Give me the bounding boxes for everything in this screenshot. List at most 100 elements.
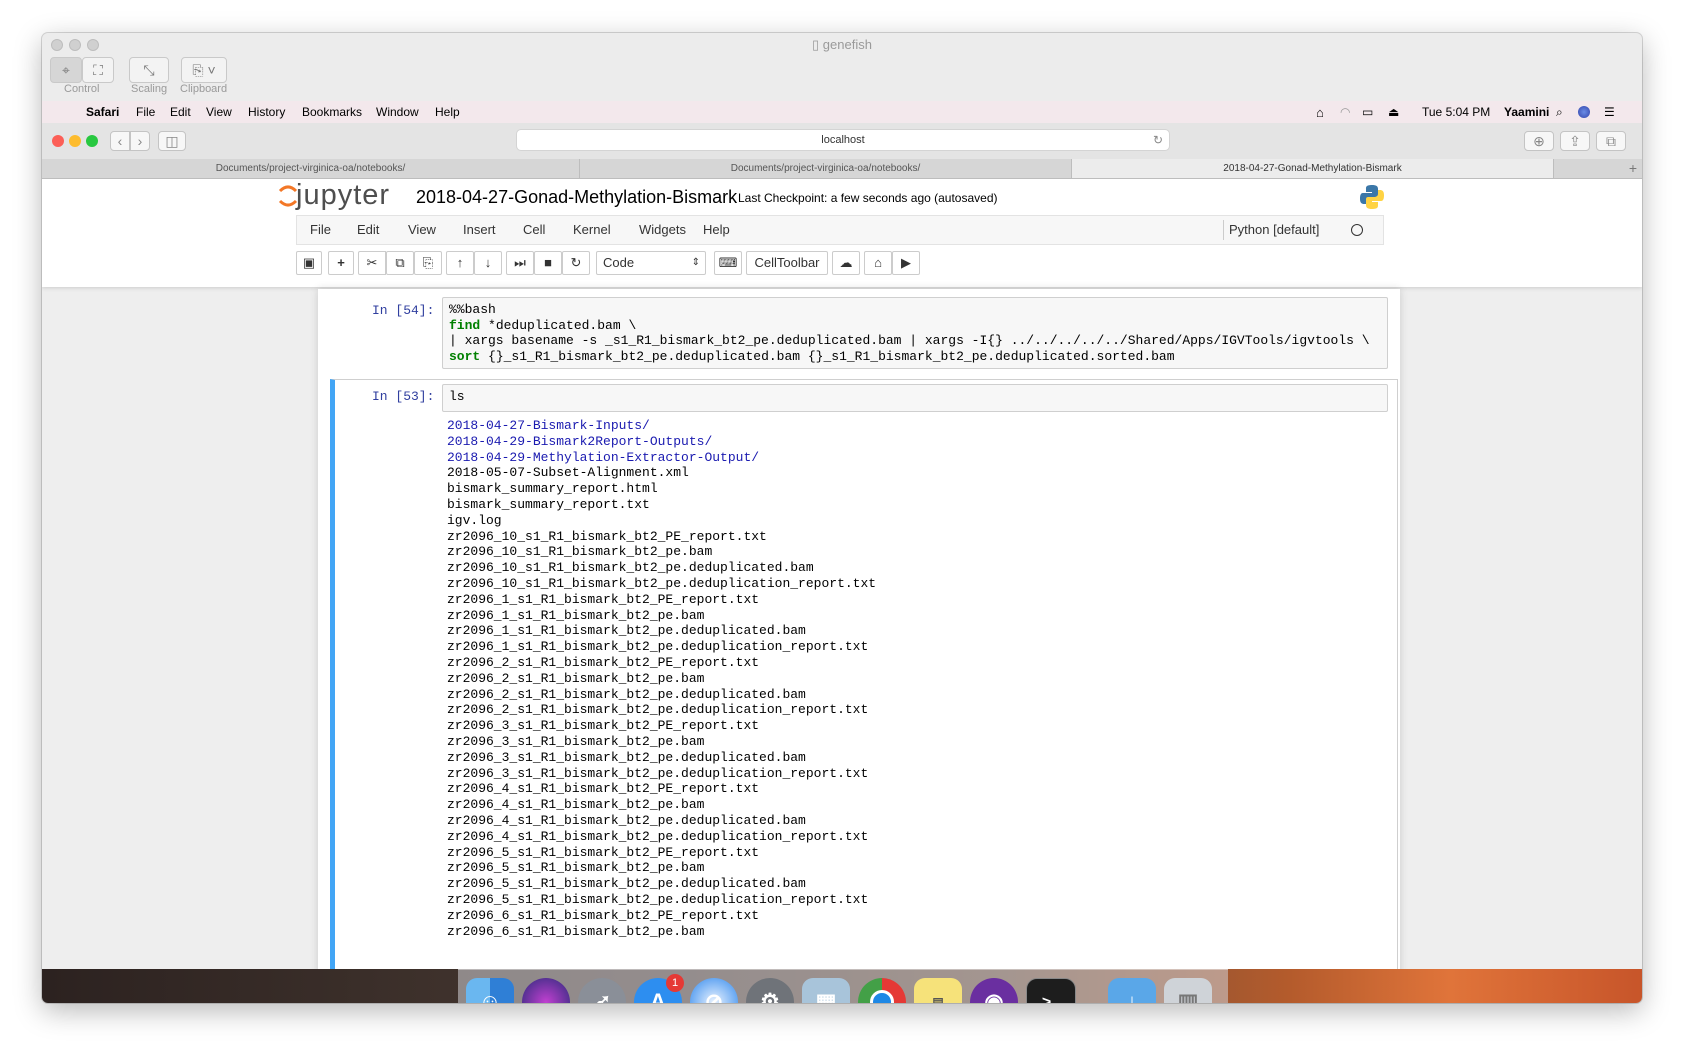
menu-window[interactable]: Window	[376, 105, 419, 119]
tabs-overview-button[interactable]: ⧉	[1596, 131, 1626, 151]
tab-notebooks-2[interactable]: Documents/project-virginica-oa/notebooks…	[580, 159, 1072, 178]
siri-icon[interactable]	[522, 978, 570, 1003]
nb-menu-widgets[interactable]: Widgets	[639, 222, 686, 237]
kernel-idle-indicator-icon	[1351, 224, 1363, 236]
clipboard-label: Clipboard	[180, 83, 228, 95]
forward-button[interactable]: ›	[130, 131, 150, 151]
paste-button[interactable]: ⎘	[414, 251, 442, 275]
cell-prompt: In [54]:	[372, 303, 435, 318]
scaling-button[interactable]: ⤡	[129, 57, 169, 83]
menu-edit[interactable]: Edit	[170, 105, 191, 119]
downloads-button[interactable]: ⊕	[1524, 131, 1554, 151]
output-line: 2018-05-07-Subset-Alignment.xml	[447, 465, 689, 481]
menu-view[interactable]: View	[206, 105, 232, 119]
safari-icon[interactable]: ⊘	[690, 978, 738, 1003]
chrome-icon[interactable]	[858, 978, 906, 1003]
output-line: igv.log	[447, 512, 502, 528]
cell-input[interactable]: ls	[442, 384, 1388, 412]
chevron-left-icon: ‹	[117, 133, 123, 149]
output-line: zr2096_4_s1_R1_bismark_bt2_pe.bam	[447, 797, 705, 813]
command-palette-button[interactable]: ⌨	[714, 251, 742, 275]
menu-history[interactable]: History	[248, 105, 285, 119]
system-preferences-icon[interactable]: ⚙	[746, 978, 794, 1003]
address-bar[interactable]: localhost ↻	[516, 129, 1170, 151]
github-icon[interactable]: ◉	[970, 978, 1018, 1003]
user-name[interactable]: Yaamini	[1504, 105, 1549, 119]
clock[interactable]: Tue 5:04 PM	[1422, 105, 1490, 119]
upload-cloud-button[interactable]: ☁	[832, 251, 860, 275]
downloads-folder-icon[interactable]: ↓	[1108, 978, 1156, 1003]
copy-button[interactable]: ⧉	[386, 251, 414, 275]
interrupt-button[interactable]: ■	[534, 251, 562, 275]
paste-icon: ⎘	[422, 255, 434, 270]
output-line: 2018-04-29-Methylation-Extractor-Output/	[447, 449, 760, 465]
clipboard-button[interactable]: ⎘ ˅	[181, 57, 227, 83]
eject-icon[interactable]: ⏏	[1388, 105, 1399, 119]
airplay-icon[interactable]: ▭	[1362, 105, 1373, 119]
share-button[interactable]: ⇪	[1560, 131, 1590, 151]
dock-background: ☺ ➶ A 1 ⊘ ⚙ ▦ ▤ ◉ >_ ↓ ▥	[42, 969, 1642, 1003]
python-logo-icon	[1358, 183, 1386, 211]
output-line: 2018-04-27-Bismark-Inputs/	[447, 418, 650, 433]
move-up-button[interactable]: ↑	[446, 251, 474, 275]
control-pointer-button[interactable]: ⌖	[50, 57, 82, 83]
finder-icon[interactable]: ☺	[466, 978, 514, 1003]
menu-help[interactable]: Help	[435, 105, 460, 119]
extension-button[interactable]: ⌂	[864, 251, 892, 275]
nb-menu-help[interactable]: Help	[703, 222, 730, 237]
nb-menu-kernel[interactable]: Kernel	[573, 222, 611, 237]
back-button[interactable]: ‹	[110, 131, 130, 151]
cell-input[interactable]: %%bash find *deduplicated.bam \ | xargs …	[442, 297, 1388, 369]
slideshow-button[interactable]: ▶	[892, 251, 920, 275]
notebook-name[interactable]: 2018-04-27-Gonad-Methylation-Bismark	[416, 187, 737, 208]
output-line: zr2096_1_s1_R1_bismark_bt2_pe.deduplicat…	[447, 623, 806, 639]
new-tab-button[interactable]: +	[1624, 159, 1642, 178]
stickies-icon[interactable]: ▤	[914, 978, 962, 1003]
menu-bookmarks[interactable]: Bookmarks	[302, 105, 362, 119]
move-down-button[interactable]: ↓	[474, 251, 502, 275]
menu-app-safari[interactable]: Safari	[86, 105, 119, 119]
celltoolbar-button[interactable]: CellToolbar	[746, 251, 828, 275]
cell-type-select[interactable]: Code ⇕	[596, 251, 706, 275]
output-line: zr2096_3_s1_R1_bismark_bt2_pe.bam	[447, 733, 705, 749]
safari-minimize-button[interactable]	[69, 135, 81, 147]
safari-close-button[interactable]	[52, 135, 64, 147]
menu-file[interactable]: File	[136, 105, 155, 119]
run-button[interactable]: ⏭	[506, 251, 534, 275]
preview-icon[interactable]: ▦	[802, 978, 850, 1003]
save-button[interactable]: ▣	[296, 251, 322, 275]
nb-menu-file[interactable]: File	[310, 222, 331, 237]
tab-notebooks-1[interactable]: Documents/project-virginica-oa/notebooks…	[42, 159, 580, 178]
notebook-menubar: File Edit View Insert Cell Kernel Widget…	[296, 215, 1384, 245]
nb-menu-cell[interactable]: Cell	[523, 222, 545, 237]
kernel-name[interactable]: Python [default]	[1229, 222, 1319, 237]
restart-button[interactable]: ↻	[562, 251, 590, 275]
home-icon[interactable]: ⌂	[1316, 105, 1324, 120]
jupyter-logo-icon[interactable]	[278, 183, 298, 209]
selected-code-cell[interactable]: In [53]: ls 2018-04-27-Bismark-Inputs/20…	[330, 379, 1398, 969]
wifi-icon[interactable]: ◠	[1340, 105, 1350, 119]
keyboard-icon: ⌨	[718, 255, 738, 270]
cell-output: 2018-04-27-Bismark-Inputs/2018-04-29-Bis…	[447, 418, 876, 939]
trash-icon[interactable]: ▥	[1164, 978, 1212, 1003]
safari-zoom-button[interactable]	[86, 135, 98, 147]
nb-menu-edit[interactable]: Edit	[357, 222, 379, 237]
insert-cell-button[interactable]: +	[328, 251, 354, 275]
reload-icon[interactable]: ↻	[1153, 130, 1163, 150]
cut-button[interactable]: ✂	[358, 251, 386, 275]
terminal-icon[interactable]: >_	[1026, 978, 1076, 1003]
code-keyword: sort	[449, 348, 481, 364]
tab-active-notebook[interactable]: 2018-04-27-Gonad-Methylation-Bismark	[1072, 159, 1554, 178]
vnc-window: ▯ genefish ⌖ ⛶ ⤡ ⎘ ˅ Control Scaling Cli…	[42, 33, 1642, 1003]
copy-icon: ⧉	[395, 255, 405, 270]
notification-center-icon[interactable]: ☰	[1604, 105, 1615, 119]
sidebar-button[interactable]: ◫	[158, 131, 186, 151]
nb-menu-view[interactable]: View	[408, 222, 436, 237]
jupyter-logo-text[interactable]: jupyter	[296, 179, 390, 212]
clipboard-icon: ⎘ ˅	[192, 61, 216, 78]
launchpad-icon[interactable]: ➶	[578, 978, 626, 1003]
nb-menu-insert[interactable]: Insert	[463, 222, 496, 237]
spotlight-icon[interactable]: ⌕	[1556, 105, 1563, 120]
control-observe-button[interactable]: ⛶	[82, 57, 114, 83]
siri-menu-icon[interactable]	[1578, 106, 1590, 118]
